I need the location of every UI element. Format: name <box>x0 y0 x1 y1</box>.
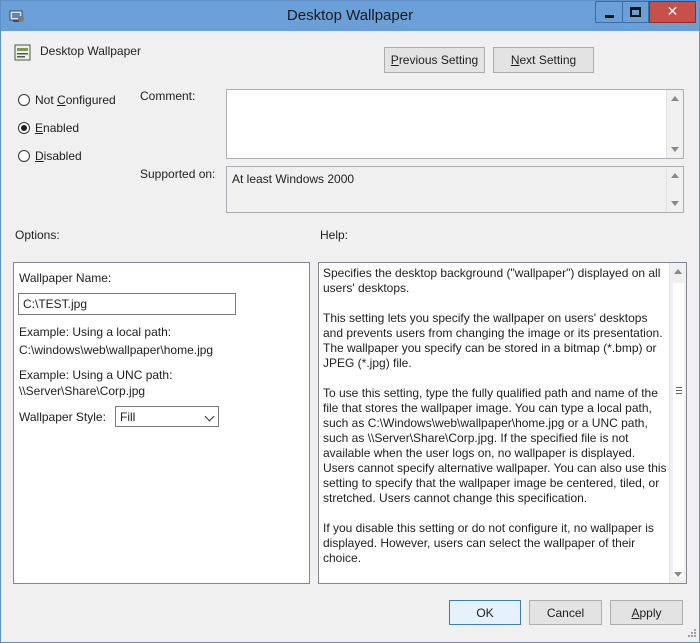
next-setting-label: ext Setting <box>519 53 577 67</box>
radio-not-configured[interactable]: Not Configured <box>18 93 116 107</box>
apply-mnemonic: A <box>631 605 640 620</box>
comment-scrollbar[interactable] <box>666 90 683 158</box>
scroll-up-icon[interactable] <box>671 173 679 178</box>
help-scroll-thumb[interactable] <box>673 283 684 577</box>
previous-setting-label: revious Setting <box>398 53 479 67</box>
help-heading: Help: <box>320 228 349 242</box>
scroll-up-icon[interactable] <box>674 269 682 274</box>
maximize-icon <box>630 7 641 17</box>
scroll-thumb-grip <box>676 387 682 388</box>
minimize-button[interactable] <box>595 1 622 23</box>
wallpaper-name-label: Wallpaper Name: <box>19 271 112 285</box>
example-unc-label: Example: Using a UNC path: <box>19 368 173 382</box>
ok-button[interactable]: OK <box>449 600 521 625</box>
radio-enabled[interactable]: Enabled <box>18 121 79 135</box>
help-text: Specifies the desktop background ("wallp… <box>323 266 667 581</box>
supported-scrollbar[interactable] <box>666 167 683 212</box>
scroll-thumb-grip <box>676 393 682 394</box>
close-button[interactable]: ✕ <box>649 1 696 23</box>
maximize-button[interactable] <box>622 1 649 23</box>
comment-field[interactable] <box>226 89 684 159</box>
radio-enabled-label: Enabled <box>35 121 80 135</box>
wallpaper-style-value: Fill <box>120 410 136 424</box>
radio-disabled[interactable]: Disabled <box>18 149 82 163</box>
help-paragraph: Specifies the desktop background ("wallp… <box>323 266 661 295</box>
supported-on-value: At least Windows 2000 <box>232 172 355 186</box>
close-icon: ✕ <box>666 4 679 20</box>
help-panel: Specifies the desktop background ("wallp… <box>318 262 687 584</box>
help-paragraph: To use this setting, type the fully qual… <box>323 386 667 505</box>
options-panel: Wallpaper Name: C:\TEST.jpg Example: Usi… <box>13 262 310 584</box>
supported-on-field: At least Windows 2000 <box>226 166 684 213</box>
scroll-down-icon[interactable] <box>671 147 679 152</box>
scroll-thumb-grip <box>676 390 682 391</box>
wallpaper-name-input[interactable]: C:\TEST.jpg <box>18 293 236 315</box>
resize-grip-icon[interactable] <box>685 628 697 640</box>
apply-label-rest: pply <box>639 605 662 620</box>
example-unc-path: \\Server\Share\Corp.jpg <box>19 384 146 398</box>
wallpaper-style-label: Wallpaper Style: <box>19 410 106 424</box>
radio-disabled-circle[interactable] <box>18 150 30 162</box>
scroll-down-icon[interactable] <box>671 201 679 206</box>
minimize-icon <box>604 14 614 18</box>
policy-setting-icon <box>14 44 31 61</box>
example-local-label: Example: Using a local path: <box>19 325 172 339</box>
wallpaper-style-select[interactable]: Fill <box>115 406 219 427</box>
scroll-down-icon[interactable] <box>674 572 682 577</box>
next-setting-button[interactable]: Next Setting <box>493 47 594 73</box>
chevron-down-icon <box>204 411 215 422</box>
scroll-up-icon[interactable] <box>671 96 679 101</box>
policy-name: Desktop Wallpaper <box>40 44 141 58</box>
radio-not-configured-circle[interactable] <box>18 94 30 106</box>
options-heading: Options: <box>15 228 60 242</box>
comment-value <box>227 90 683 98</box>
desktop-wallpaper-dialog: Desktop Wallpaper ✕ Desktop Wallpaper Pr… <box>0 0 700 643</box>
help-scrollbar[interactable] <box>669 263 686 583</box>
comment-label: Comment: <box>140 89 196 103</box>
help-paragraph: This setting lets you specify the wallpa… <box>323 311 663 370</box>
radio-not-configured-label: Not Configured <box>35 93 116 107</box>
radio-disabled-label: Disabled <box>35 149 82 163</box>
previous-setting-button[interactable]: Previous Setting <box>384 47 485 73</box>
radio-enabled-circle[interactable] <box>18 122 30 134</box>
example-local-path: C:\windows\web\wallpaper\home.jpg <box>19 343 214 357</box>
help-paragraph: If you disable this setting or do not co… <box>323 521 654 565</box>
previous-setting-mnemonic: P <box>390 53 399 67</box>
supported-on-label: Supported on: <box>140 167 216 181</box>
cancel-button[interactable]: Cancel <box>529 600 602 625</box>
title-bar[interactable]: Desktop Wallpaper ✕ <box>1 1 699 31</box>
apply-button[interactable]: Apply <box>610 600 683 625</box>
next-setting-mnemonic: N <box>510 53 520 67</box>
